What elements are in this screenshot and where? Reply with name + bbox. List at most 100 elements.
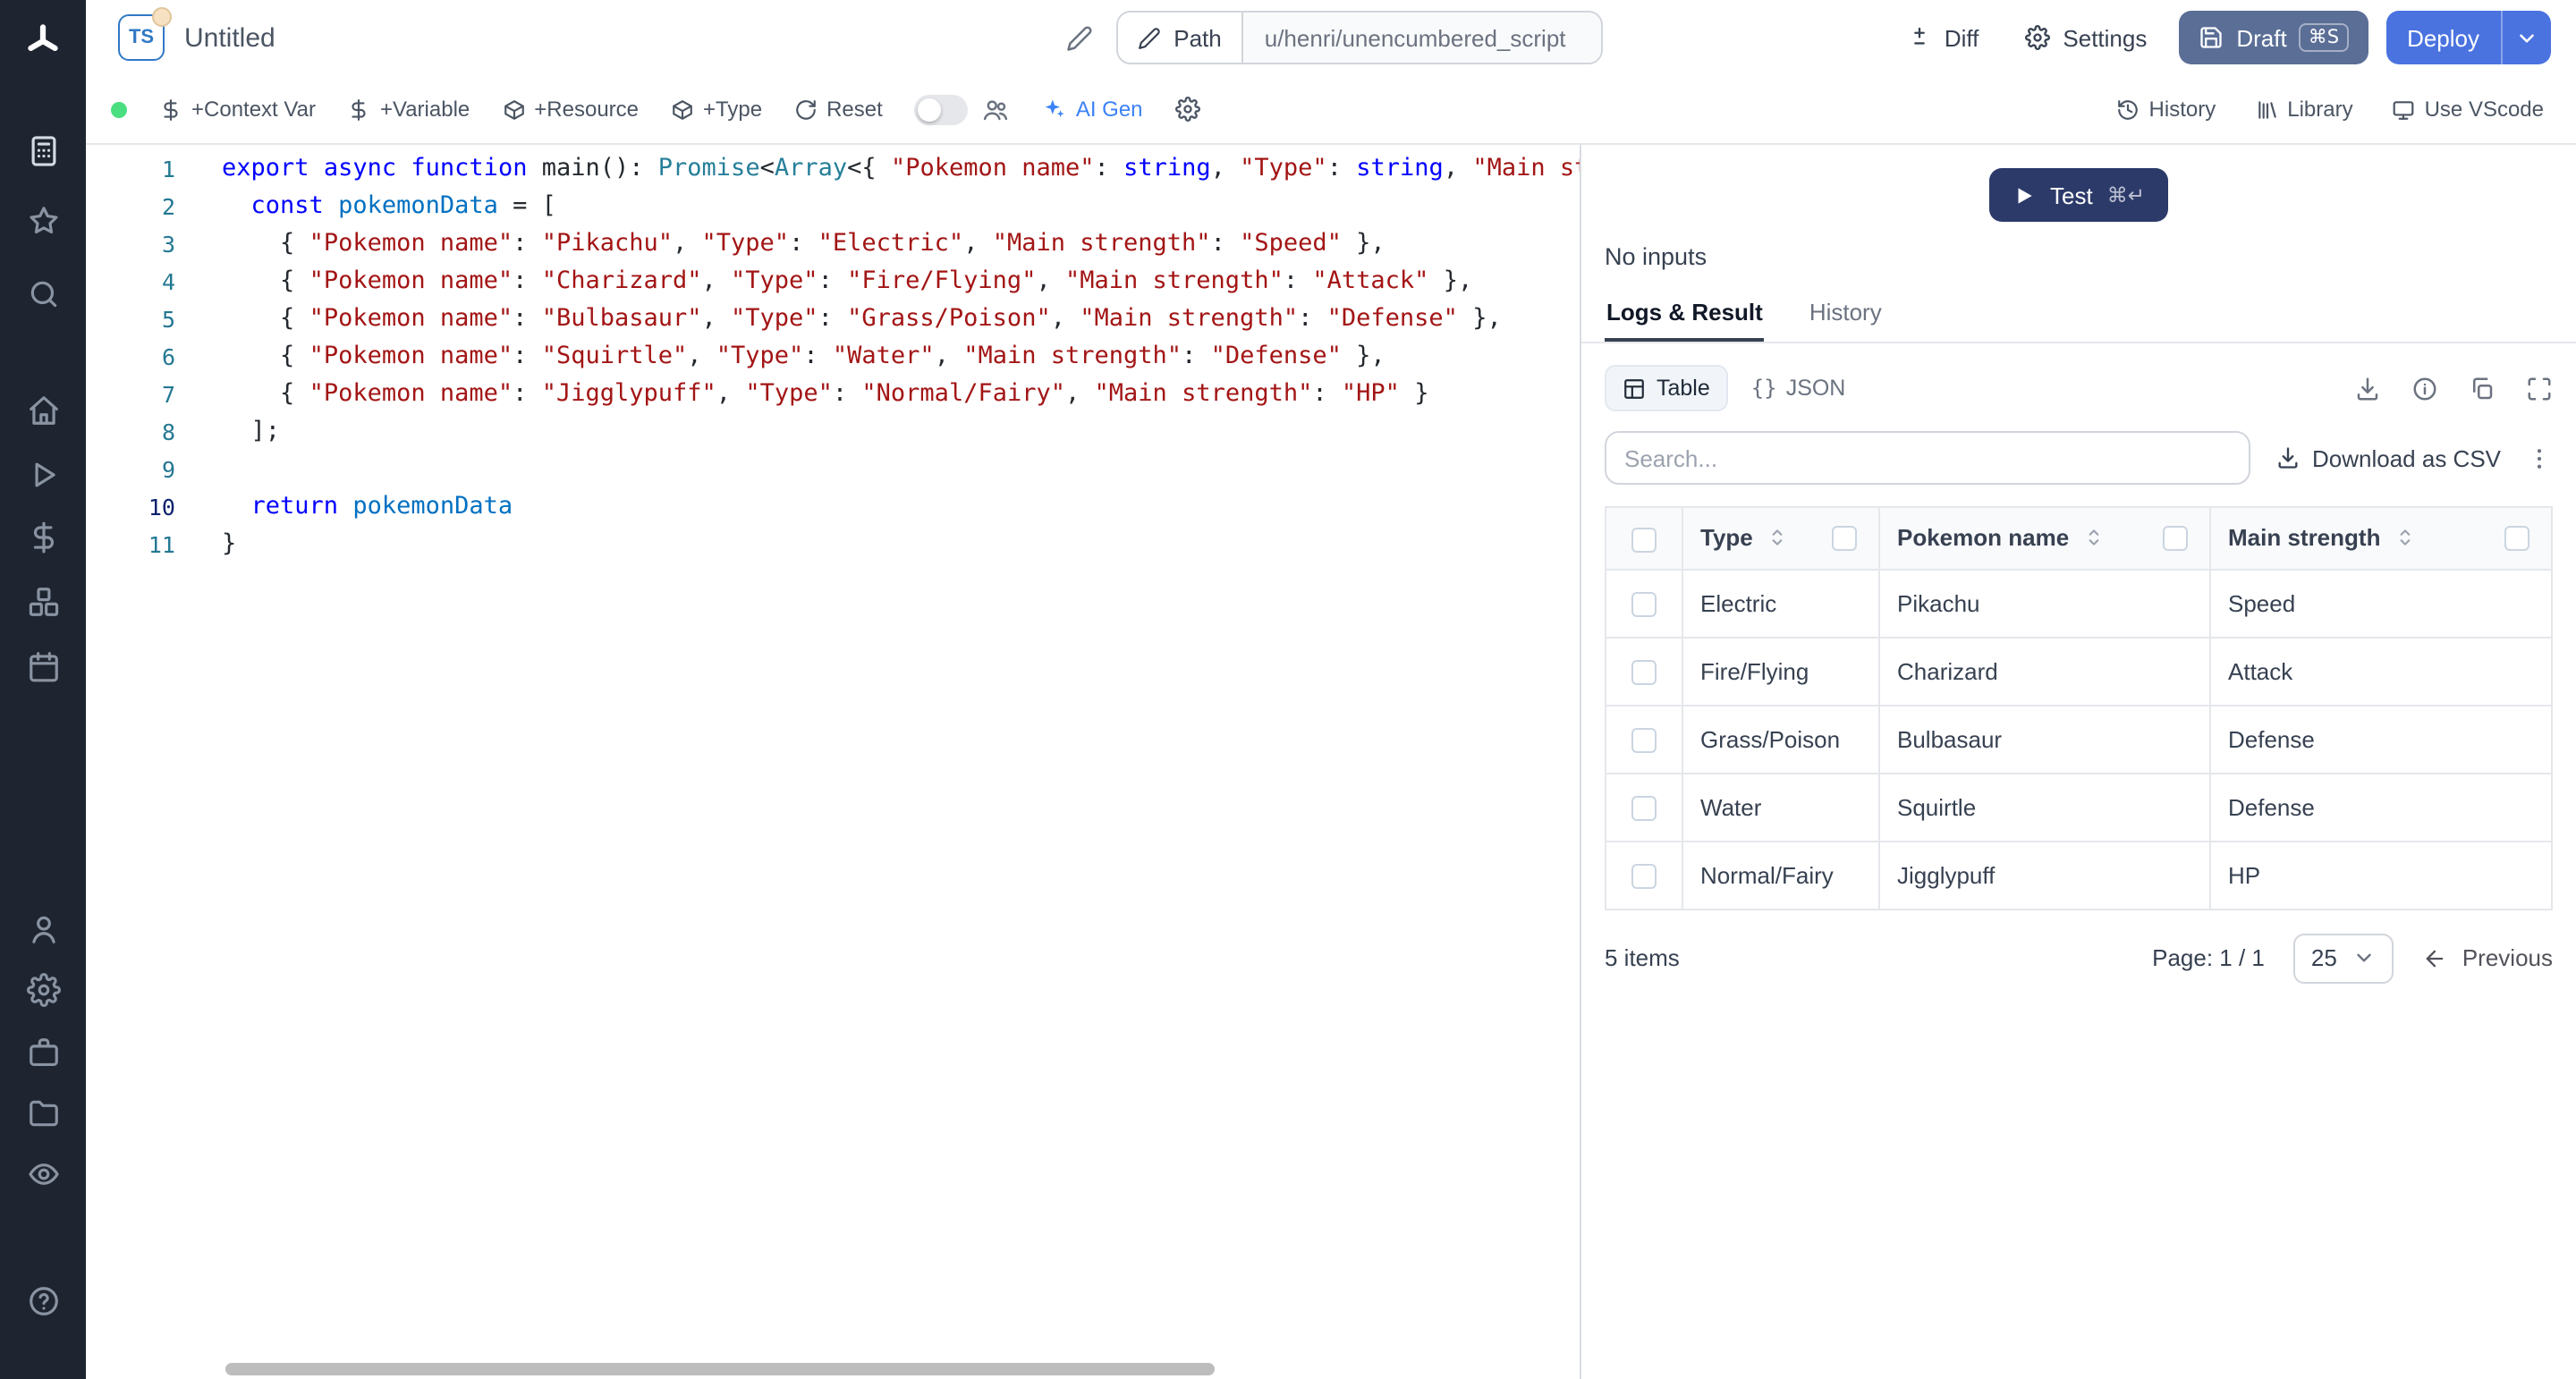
info-icon[interactable] — [2411, 375, 2438, 402]
tab-history[interactable]: History — [1808, 286, 1884, 342]
line-content: { "Pokemon name": "Squirtle", "Type": "W… — [175, 338, 1385, 376]
table-row: Normal/FairyJigglypuffHP — [1606, 841, 2551, 908]
history-button[interactable]: History — [2117, 97, 2216, 122]
add-context-var-button[interactable]: +Context Var — [159, 97, 316, 122]
json-view-button[interactable]: {} JSON — [1751, 376, 1846, 401]
test-button[interactable]: Test ⌘↵ — [1989, 168, 2168, 222]
folders-icon[interactable] — [0, 1089, 86, 1136]
multiplayer-toggle[interactable] — [915, 94, 969, 124]
vscode-icon — [2393, 97, 2416, 121]
sort-icon[interactable] — [1766, 527, 1789, 550]
line-number: 8 — [86, 413, 175, 451]
code-line[interactable]: 8 ]; — [86, 413, 1580, 451]
table-view-button[interactable]: Table — [1605, 365, 1728, 411]
code-line[interactable]: 4 { "Pokemon name": "Charizard", "Type":… — [86, 263, 1580, 300]
workspace: 1export async function main(): Promise<A… — [86, 145, 2576, 1379]
previous-page-button[interactable]: Previous — [2423, 944, 2553, 971]
apps-icon[interactable] — [0, 127, 86, 173]
add-resource-button[interactable]: +Resource — [502, 97, 639, 122]
arrow-left-icon — [2423, 945, 2448, 970]
code-line[interactable]: 6 { "Pokemon name": "Squirtle", "Type": … — [86, 338, 1580, 376]
code-line[interactable]: 1export async function main(): Promise<A… — [86, 150, 1580, 188]
line-number: 7 — [86, 376, 175, 413]
home-icon[interactable] — [0, 386, 86, 433]
more-options-icon[interactable] — [2526, 444, 2553, 471]
tab-logs-result[interactable]: Logs & Result — [1605, 286, 1765, 342]
column-header-type: Type — [1682, 508, 1878, 569]
column-header-main-strength: Main strength — [2209, 508, 2551, 569]
column-checkbox[interactable] — [1831, 526, 1856, 551]
runs-play-icon[interactable] — [0, 451, 86, 497]
select-all-checkbox[interactable] — [1631, 527, 1657, 552]
code-line[interactable]: 9 — [86, 451, 1580, 488]
chevron-down-icon — [2353, 946, 2377, 969]
code-line[interactable]: 10 return pokemonData — [86, 488, 1580, 526]
library-button[interactable]: Library — [2255, 97, 2352, 122]
code-line[interactable]: 3 { "Pokemon name": "Pikachu", "Type": "… — [86, 225, 1580, 263]
row-checkbox[interactable] — [1631, 796, 1657, 821]
path-edit-button[interactable]: Path — [1118, 13, 1243, 63]
path-control[interactable]: Path u/henri/unencumbered_script — [1116, 11, 1603, 64]
schedules-calendar-icon[interactable] — [0, 642, 86, 689]
deploy-button[interactable]: Deploy — [2385, 11, 2551, 64]
sparkles-icon — [1042, 97, 1067, 122]
users-icon[interactable] — [0, 905, 86, 952]
code-line[interactable]: 7 { "Pokemon name": "Jigglypuff", "Type"… — [86, 376, 1580, 413]
reset-button[interactable]: Reset — [794, 97, 883, 122]
line-content: { "Pokemon name": "Charizard", "Type": "… — [175, 263, 1472, 300]
add-variable-button[interactable]: +Variable — [348, 97, 470, 122]
scrollbar-thumb[interactable] — [225, 1363, 1215, 1375]
results-table: Type Pokemon name — [1605, 506, 2553, 909]
search-icon[interactable] — [0, 270, 86, 317]
row-checkbox[interactable] — [1631, 592, 1657, 617]
download-result-icon[interactable] — [2354, 375, 2381, 402]
add-type-button[interactable]: +Type — [671, 97, 762, 122]
search-input[interactable] — [1605, 431, 2250, 485]
ai-gen-button[interactable]: AI Gen — [1042, 97, 1143, 122]
row-checkbox[interactable] — [1631, 660, 1657, 685]
code-line[interactable]: 5 { "Pokemon name": "Bulbasaur", "Type":… — [86, 300, 1580, 338]
code-editor[interactable]: 1export async function main(): Promise<A… — [86, 145, 1580, 1379]
page-size-select[interactable]: 25 — [2293, 933, 2394, 983]
code-line[interactable]: 11} — [86, 526, 1580, 563]
use-vscode-button[interactable]: Use VScode — [2393, 97, 2544, 122]
workers-briefcase-icon[interactable] — [0, 1028, 86, 1075]
editor-settings-button[interactable] — [1175, 97, 1200, 122]
table-cell: Bulbasaur — [1878, 705, 2209, 773]
draft-button[interactable]: Draft ⌘S — [2179, 11, 2368, 64]
settings-gear-icon[interactable] — [0, 966, 86, 1012]
sort-icon[interactable] — [2393, 527, 2416, 550]
deploy-dropdown-button[interactable] — [2501, 11, 2551, 64]
copy-icon[interactable] — [2469, 375, 2496, 402]
row-checkbox[interactable] — [1631, 864, 1657, 889]
table-cell: Charizard — [1878, 637, 2209, 705]
column-checkbox[interactable] — [2162, 526, 2187, 551]
table-icon — [1623, 376, 1646, 400]
column-checkbox[interactable] — [2504, 526, 2529, 551]
download-csv-button[interactable]: Download as CSV — [2275, 444, 2501, 471]
multiplayer-users-icon — [983, 96, 1010, 123]
reset-icon — [794, 97, 818, 121]
edit-summary-pencil-icon[interactable] — [1066, 24, 1093, 51]
resources-boxes-icon[interactable] — [0, 578, 86, 624]
row-checkbox[interactable] — [1631, 728, 1657, 753]
settings-button[interactable]: Settings — [2011, 13, 2161, 62]
no-inputs-label: No inputs — [1581, 222, 2576, 286]
help-icon[interactable] — [0, 1277, 86, 1324]
results-tbody: ElectricPikachuSpeedFire/FlyingCharizard… — [1606, 569, 2551, 908]
history-icon — [2117, 97, 2140, 121]
expand-icon[interactable] — [2526, 375, 2553, 402]
table-cell: Attack — [2209, 637, 2551, 705]
favorites-star-icon[interactable] — [0, 197, 86, 243]
horizontal-scrollbar[interactable] — [86, 1361, 1580, 1379]
windmill-logo[interactable] — [0, 18, 86, 64]
table-header-row: Type Pokemon name — [1606, 508, 2551, 569]
sort-icon[interactable] — [2081, 527, 2105, 550]
line-number: 1 — [86, 150, 175, 188]
table-row: WaterSquirtleDefense — [1606, 773, 2551, 841]
audit-logs-eye-icon[interactable] — [0, 1150, 86, 1197]
diff-button[interactable]: Diff — [1893, 13, 1994, 62]
variables-dollar-icon[interactable] — [0, 513, 86, 560]
code-line[interactable]: 2 const pokemonData = [ — [86, 188, 1580, 225]
table-cell: Jigglypuff — [1878, 841, 2209, 908]
